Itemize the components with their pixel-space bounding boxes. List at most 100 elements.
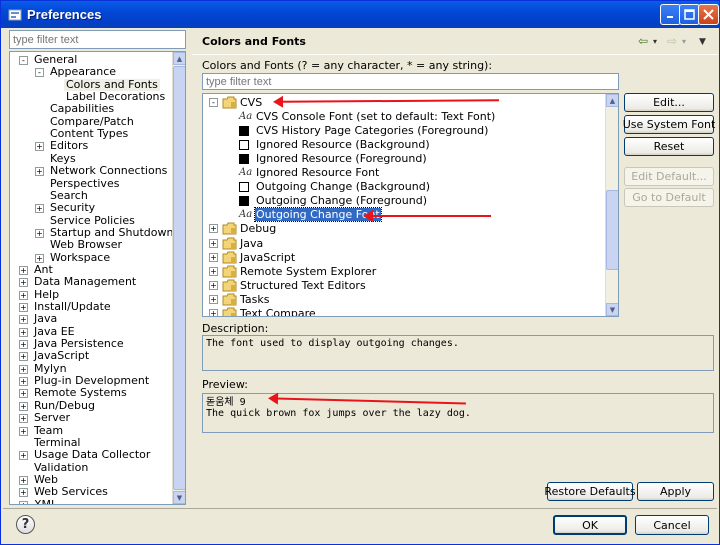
category-row[interactable]: + JavaScript [203,251,603,265]
minimize-button[interactable] [660,4,681,25]
edit-button[interactable]: Edit... [624,93,714,112]
preference-filter-input[interactable] [9,30,186,49]
preference-tree-label: Keys [50,151,76,165]
maximize-button[interactable] [679,4,700,25]
collapse-icon[interactable]: - [19,56,28,65]
color-font-row[interactable]: Outgoing Change (Foreground) [203,194,603,208]
category-row[interactable]: + Structured Text Editors [203,279,603,293]
preference-tree-label: Startup and Shutdown [50,225,174,239]
color-swatch-white-icon [239,182,249,193]
colors-fonts-scrollbar[interactable]: ▲ ▼ [605,94,618,316]
reset-button[interactable]: Reset [624,137,714,156]
preference-tree-label: Appearance [50,65,117,79]
scroll-down-icon[interactable]: ▼ [606,303,618,316]
expand-icon[interactable]: + [19,451,28,461]
category-row[interactable]: + Text Compare [203,307,603,316]
expand-icon[interactable]: + [35,204,44,214]
expand-icon[interactable]: + [35,228,44,238]
preference-navigation-pane: -General-AppearanceColors and FontsLabel… [5,29,188,507]
scroll-up-icon[interactable]: ▲ [173,52,185,65]
scroll-thumb[interactable] [173,66,185,490]
expand-icon[interactable]: + [35,253,44,263]
preference-tree-label: General [34,53,78,66]
use-system-font-label: Use System Font [622,118,716,131]
expand-icon[interactable]: + [19,340,28,350]
color-font-row[interactable]: Outgoing Change (Background) [203,180,603,194]
expand-icon[interactable]: + [19,426,28,436]
color-font-row[interactable]: Ignored Resource (Foreground) [203,152,603,166]
expand-icon[interactable]: + [35,167,44,177]
color-font-row[interactable]: CVS History Page Categories (Foreground) [203,124,603,138]
view-menu-icon[interactable]: ▼ [699,37,706,47]
color-font-label: Ignored Resource (Foreground) [256,152,427,166]
expand-icon[interactable]: + [209,280,218,290]
category-row[interactable]: - CVS [203,96,603,110]
title-bar[interactable]: Preferences [1,1,719,28]
cancel-button[interactable]: Cancel [635,515,709,535]
page-title: Colors and Fonts [202,35,306,48]
expand-icon[interactable]: + [209,294,218,304]
preference-tree-label: Web [34,472,58,486]
restore-defaults-label: Restore Defaults [544,485,636,498]
preference-tree: - General - Appearance Colors and Fonts Label… [9,51,186,505]
scroll-down-icon[interactable]: ▼ [173,491,185,504]
expand-icon[interactable]: + [19,414,28,424]
color-font-row[interactable]: Ignored Resource (Background) [203,138,603,152]
expand-icon[interactable]: + [19,315,28,325]
ok-button[interactable]: OK [553,515,627,535]
header-separator [192,54,718,55]
expand-icon[interactable]: + [19,475,28,485]
restore-defaults-button[interactable]: Restore Defaults [544,482,636,501]
expand-icon[interactable]: + [19,352,28,362]
scroll-up-icon[interactable]: ▲ [606,94,618,107]
expand-icon[interactable]: + [19,327,28,337]
expand-icon[interactable]: + [19,488,28,498]
expand-icon[interactable]: + [19,265,28,275]
category-row[interactable]: + Remote System Explorer [203,265,603,279]
color-swatch-black-icon [239,126,249,137]
preference-tree-label: Remote Systems [34,386,127,400]
scroll-thumb[interactable] [606,190,618,270]
color-swatch-black-icon [239,154,249,165]
apply-button[interactable]: Apply [637,482,714,501]
expand-icon[interactable]: + [209,224,218,234]
preference-tree-label: Network Connections [50,164,168,178]
colors-fonts-filter-input[interactable] [202,73,619,90]
expand-icon[interactable]: + [19,303,28,312]
back-arrow-icon[interactable]: ⇦ [638,34,648,48]
category-label: Structured Text Editors [240,278,366,292]
expand-icon[interactable]: + [209,266,218,276]
go-to-default-label: Go to Default [632,191,706,204]
expand-icon[interactable]: + [19,500,28,504]
category-row[interactable]: + Tasks [203,293,603,307]
close-button[interactable] [698,4,719,25]
expand-icon[interactable]: + [19,364,28,374]
back-dropdown-icon[interactable]: ▾ [653,37,657,46]
footer-separator [3,508,717,509]
expand-icon[interactable]: + [19,278,28,288]
category-row[interactable]: + Debug [203,222,603,236]
preference-tree-scrollbar[interactable]: ▲ ▼ [172,52,185,504]
preferences-icon [7,7,23,23]
folder-icon [222,251,237,264]
collapse-icon[interactable]: - [209,98,218,107]
expand-icon[interactable]: + [209,252,218,262]
color-font-row[interactable]: Aa Ignored Resource Font [203,166,603,180]
category-row[interactable]: + Java [203,237,603,251]
preference-tree-label: Usage Data Collector [34,448,151,462]
expand-icon[interactable]: + [19,401,28,411]
help-icon[interactable]: ? [16,515,35,534]
expand-icon[interactable]: + [19,377,28,387]
collapse-icon[interactable]: - [35,68,44,78]
expand-icon[interactable]: + [35,142,44,152]
expand-icon[interactable]: + [19,389,28,399]
preference-tree-label: Search [50,188,88,202]
use-system-font-button[interactable]: Use System Font [622,115,716,134]
color-swatch-white-icon [239,140,249,151]
expand-icon[interactable]: + [209,308,218,316]
expand-icon[interactable]: + [209,238,218,248]
color-font-row[interactable]: Aa CVS Console Font (set to default: Text… [203,110,603,124]
expand-icon[interactable]: + [19,290,28,300]
forward-arrow-icon: ⇨ [667,34,678,48]
preference-tree-label: Colors and Fonts [64,77,160,91]
